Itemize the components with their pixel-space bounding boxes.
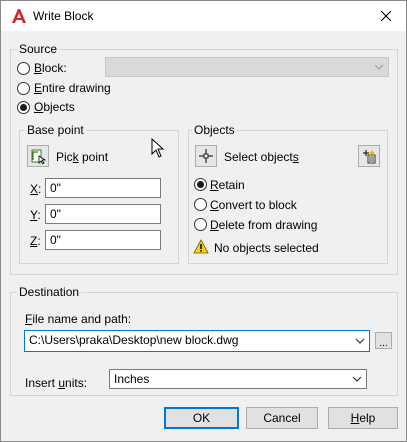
- convert-to-block-radio[interactable]: [194, 198, 207, 211]
- y-coord-input[interactable]: 0": [45, 204, 161, 224]
- file-path-value: C:\Users\praka\Desktop\new block.dwg: [29, 333, 239, 347]
- x-coord-input[interactable]: 0": [45, 178, 161, 198]
- ok-button[interactable]: OK: [164, 407, 239, 429]
- file-path-combo[interactable]: C:\Users\praka\Desktop\new block.dwg: [24, 330, 370, 352]
- pick-point-icon: [31, 149, 46, 164]
- retain-radio[interactable]: [194, 178, 207, 191]
- source-legend: Source: [17, 42, 60, 56]
- base-point-legend: Base point: [25, 123, 86, 137]
- x-coord-label: X:: [30, 182, 42, 196]
- select-objects-label[interactable]: Select objects: [224, 150, 299, 164]
- quick-select-button[interactable]: [358, 145, 380, 167]
- chevron-down-icon: [355, 338, 365, 344]
- insert-units-label: Insert units:: [25, 376, 88, 390]
- objects-radio-label[interactable]: Objects: [34, 100, 75, 114]
- z-coord-input[interactable]: 0": [45, 230, 161, 250]
- insert-units-select[interactable]: Inches: [109, 369, 367, 389]
- help-button[interactable]: Help: [328, 407, 398, 429]
- help-rest: elp: [359, 411, 376, 425]
- close-button[interactable]: [366, 1, 406, 31]
- browse-button[interactable]: ...: [375, 332, 392, 349]
- objects-status-text: No objects selected: [214, 241, 319, 255]
- objects-radio[interactable]: [17, 101, 30, 114]
- pick-point-button[interactable]: [27, 145, 49, 167]
- window-title: Write Block: [33, 9, 94, 23]
- file-path-label: File name and path:: [25, 312, 132, 326]
- destination-legend: Destination: [17, 285, 82, 299]
- objects-legend: Objects: [192, 123, 237, 137]
- autocad-logo-icon: [12, 9, 26, 23]
- entire-drawing-radio[interactable]: [17, 82, 30, 95]
- quick-select-icon: [363, 150, 376, 164]
- retain-label[interactable]: Retain: [210, 178, 245, 192]
- warning-icon: [193, 239, 209, 254]
- z-coord-label: Z:: [30, 234, 41, 248]
- y-coord-label: Y:: [30, 208, 41, 222]
- close-icon: [381, 11, 391, 21]
- block-radio[interactable]: [17, 62, 30, 75]
- write-block-dialog: Write Block Source Block: Entire drawing…: [0, 0, 407, 442]
- convert-to-block-label[interactable]: Convert to block: [210, 198, 297, 212]
- crosshair-icon: [199, 149, 213, 163]
- delete-from-drawing-radio[interactable]: [194, 218, 207, 231]
- select-objects-button[interactable]: [195, 145, 217, 167]
- mouse-cursor-icon: [151, 138, 165, 158]
- delete-from-drawing-label[interactable]: Delete from drawing: [210, 218, 317, 232]
- block-select[interactable]: [105, 57, 389, 77]
- block-radio-label[interactable]: Block:: [34, 61, 67, 75]
- entire-drawing-label[interactable]: Entire drawing: [34, 81, 111, 95]
- chevron-down-icon: [374, 64, 384, 70]
- title-bar[interactable]: Write Block: [1, 1, 406, 31]
- cancel-button[interactable]: Cancel: [246, 407, 318, 429]
- chevron-down-icon: [352, 376, 362, 382]
- pick-point-label[interactable]: Pick point: [56, 150, 108, 164]
